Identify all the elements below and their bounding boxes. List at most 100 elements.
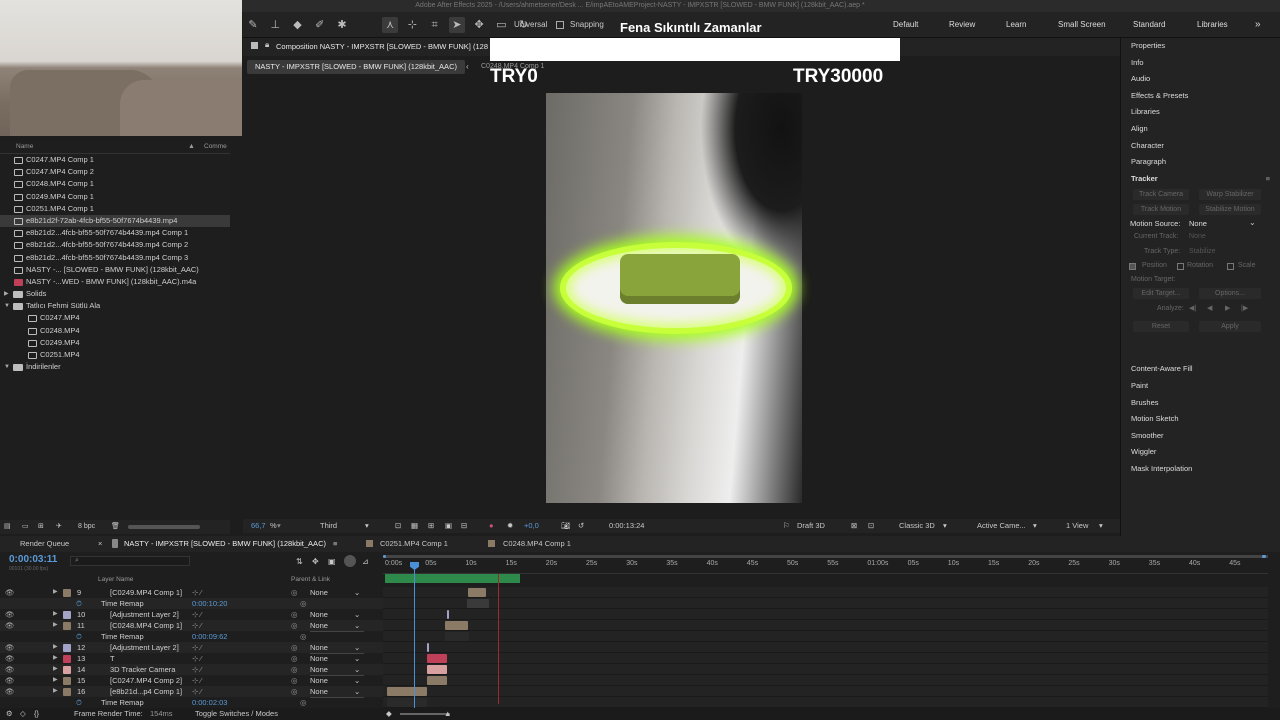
playhead[interactable] <box>414 562 415 708</box>
analyze-backward-icon[interactable]: ◀ <box>1207 304 1212 312</box>
hand-tool-icon[interactable]: ✥ <box>471 17 487 33</box>
graph-editor-icon[interactable]: ⊿ <box>362 557 369 566</box>
layer-switches-icon[interactable]: ⊹ ⁄ <box>192 664 202 675</box>
layer-name[interactable]: T <box>110 653 115 664</box>
parent-dropdown-icon[interactable]: ⌄ <box>354 686 360 697</box>
expand-triangle-icon[interactable]: ▶ <box>53 587 58 598</box>
time-ruler[interactable]: 0:00s 05s 10s 15s 20s 25s 30s 35s 40s 45s 50s 55s 01… <box>383 558 1268 574</box>
expression-icon[interactable]: ◎ <box>300 598 307 609</box>
tracker-menu-icon[interactable]: ≡ <box>1266 171 1270 188</box>
composition-tab[interactable]: Composition NASTY - IMPXSTR [SLOWED - BM… <box>276 38 490 56</box>
motion-source-dropdown-icon[interactable]: ⌄ <box>1249 218 1256 227</box>
project-item[interactable]: C0251.MP4 <box>0 349 230 361</box>
parent-link-header[interactable]: Parent & Link <box>291 576 330 583</box>
layer-track[interactable] <box>383 686 1268 697</box>
layer-duration-bar[interactable] <box>445 632 469 641</box>
position-checkbox[interactable] <box>1129 263 1136 271</box>
layer-name-header[interactable]: Layer Name <box>98 576 133 583</box>
layer-name[interactable]: [Adjustment Layer 2] <box>110 609 179 620</box>
panel-audio[interactable]: Audio <box>1121 71 1280 88</box>
clone-stamp-icon[interactable]: ⊥ <box>267 17 283 33</box>
label-color-swatch[interactable] <box>63 621 71 630</box>
more-workspaces-icon[interactable]: » <box>1255 12 1261 38</box>
brush-icon[interactable]: ✎ <box>245 17 261 33</box>
safe-margins-icon[interactable]: ⊟ <box>461 519 467 533</box>
sort-icon[interactable]: ▲ <box>188 140 195 154</box>
comp-mini-flowchart-icon[interactable]: ⇅ <box>296 557 303 566</box>
comp-tab-c0248[interactable]: C0248.MP4 Comp 1 <box>503 536 571 552</box>
current-time-display[interactable]: 0:00:03:11 <box>9 554 57 565</box>
timeline-menu-icon[interactable]: ≡ <box>333 536 337 552</box>
layer-track[interactable] <box>383 697 1268 708</box>
label-color-swatch[interactable] <box>63 610 71 619</box>
layer-track[interactable] <box>383 587 1268 598</box>
rectangle-tool-icon[interactable]: ▭ <box>493 17 509 33</box>
panel-align[interactable]: Align <box>1121 121 1280 138</box>
time-remap-row[interactable]: ⏱ Time Remap 0:00:09:62 ◎ <box>0 631 383 642</box>
close-tab-icon[interactable]: × <box>98 536 102 552</box>
parent-dropdown-icon[interactable]: ⌄ <box>354 653 360 664</box>
project-item[interactable]: e8b21d2...4fcb-bf55-50f7674b4439.mp4 Com… <box>0 227 230 239</box>
orbit-icon[interactable]: ⊹ <box>404 17 420 33</box>
panel-properties[interactable]: Properties <box>1121 38 1280 55</box>
exposure-icon[interactable]: ✹ <box>507 519 513 533</box>
comment-column-header[interactable]: Comme <box>204 140 227 154</box>
expand-triangle-icon[interactable]: ▶ <box>53 675 58 686</box>
lock-icon[interactable]: 🔒︎ <box>265 40 269 50</box>
panel-motion-sketch[interactable]: Motion Sketch <box>1121 411 1280 428</box>
layer-duration-bar[interactable] <box>445 621 468 630</box>
layer-track[interactable] <box>383 675 1268 686</box>
grid-guides-icon[interactable]: ⊞ <box>428 519 434 533</box>
expand-triangle-icon[interactable]: ▶ <box>53 642 58 653</box>
active-comp-tab[interactable]: NASTY - IMPXSTR [SLOWED - BMW FUNK] (128… <box>124 536 326 552</box>
label-color-swatch[interactable] <box>63 588 71 597</box>
layer-duration-bar[interactable] <box>427 654 447 663</box>
time-remap-value[interactable]: 0:00:09:62 <box>192 631 227 642</box>
panel-mask-interpolation[interactable]: Mask Interpolation <box>1121 461 1280 478</box>
stabilize-motion-button[interactable]: Stabilize Motion <box>1199 204 1261 216</box>
stopwatch-icon[interactable]: ⏱ <box>76 631 82 642</box>
time-remap-row[interactable]: ⏱ Time Remap 0:00:10:20 ◎ <box>0 598 383 609</box>
expression-icon[interactable]: ◎ <box>300 631 307 642</box>
project-item[interactable]: C0248.MP4 <box>0 325 230 337</box>
parent-dropdown-icon[interactable]: ⌄ <box>354 609 360 620</box>
panel-wiggler[interactable]: Wiggler <box>1121 444 1280 461</box>
layer-switches-icon[interactable]: ⊹ ⁄ <box>192 587 202 598</box>
zoom-dropdown-icon[interactable]: ▾ <box>277 519 281 533</box>
project-item[interactable]: ▼ Tatlıcı Fehmi Sütlü Ala <box>0 300 230 312</box>
apply-button[interactable]: Apply <box>1199 321 1261 333</box>
layer-duration-bar[interactable] <box>427 665 447 674</box>
transfer-controls-icon[interactable]: ◇ <box>20 708 26 720</box>
pick-whip-icon[interactable]: ◎ <box>291 664 298 675</box>
workspace-standard[interactable]: Standard <box>1133 12 1165 38</box>
time-remap-value[interactable]: 0:00:02:03 <box>192 697 227 708</box>
visibility-eye-icon[interactable]: 👁︎ <box>5 653 15 664</box>
resolution-select[interactable]: Third <box>320 519 337 533</box>
layer-row[interactable]: 👁︎ ▶ 11 [C0248.MP4 Comp 1] ⊹ ⁄ ◎ None ⌄ <box>0 620 383 632</box>
new-comp-icon[interactable]: ⊞ <box>38 520 44 534</box>
layer-track[interactable] <box>383 653 1268 664</box>
new-folder-icon[interactable]: ▭ <box>22 520 29 534</box>
current-track-select[interactable]: None <box>1189 233 1206 240</box>
bpc-label[interactable]: 8 bpc <box>78 520 95 534</box>
time-remap-row[interactable]: ⏱ Time Remap 0:00:02:03 ◎ <box>0 697 383 708</box>
project-item[interactable]: ▼ İndirilenler <box>0 361 230 373</box>
project-item[interactable]: C0247.MP4 Comp 1 <box>0 154 230 166</box>
interpret-footage-icon[interactable]: ▤ <box>4 520 11 534</box>
layer-name[interactable]: [C0247.MP4 Comp 2] <box>110 675 182 686</box>
panel-character[interactable]: Character <box>1121 138 1280 155</box>
scale-checkbox[interactable] <box>1227 263 1234 271</box>
layer-track[interactable] <box>383 609 1268 620</box>
layer-switches-icon[interactable]: ⊹ ⁄ <box>192 620 202 631</box>
layer-name[interactable]: [C0249.MP4 Comp 1] <box>110 587 182 598</box>
warp-stabilizer-button[interactable]: Warp Stabilizer <box>1199 189 1261 201</box>
shy-icon[interactable]: ▣ <box>328 557 336 566</box>
label-color-swatch[interactable] <box>63 687 71 696</box>
puppet-pin-icon[interactable]: ✱ <box>334 17 350 33</box>
exposure-value[interactable]: +0,0 <box>524 519 539 533</box>
panel-smoother[interactable]: Smoother <box>1121 428 1280 445</box>
name-column-header[interactable]: Name <box>16 143 33 150</box>
expand-triangle-icon[interactable]: ▶ <box>53 653 58 664</box>
tracker-panel-header[interactable]: Tracker ≡ <box>1121 171 1280 188</box>
view-layout-dropdown-icon[interactable]: ▾ <box>1099 519 1103 533</box>
